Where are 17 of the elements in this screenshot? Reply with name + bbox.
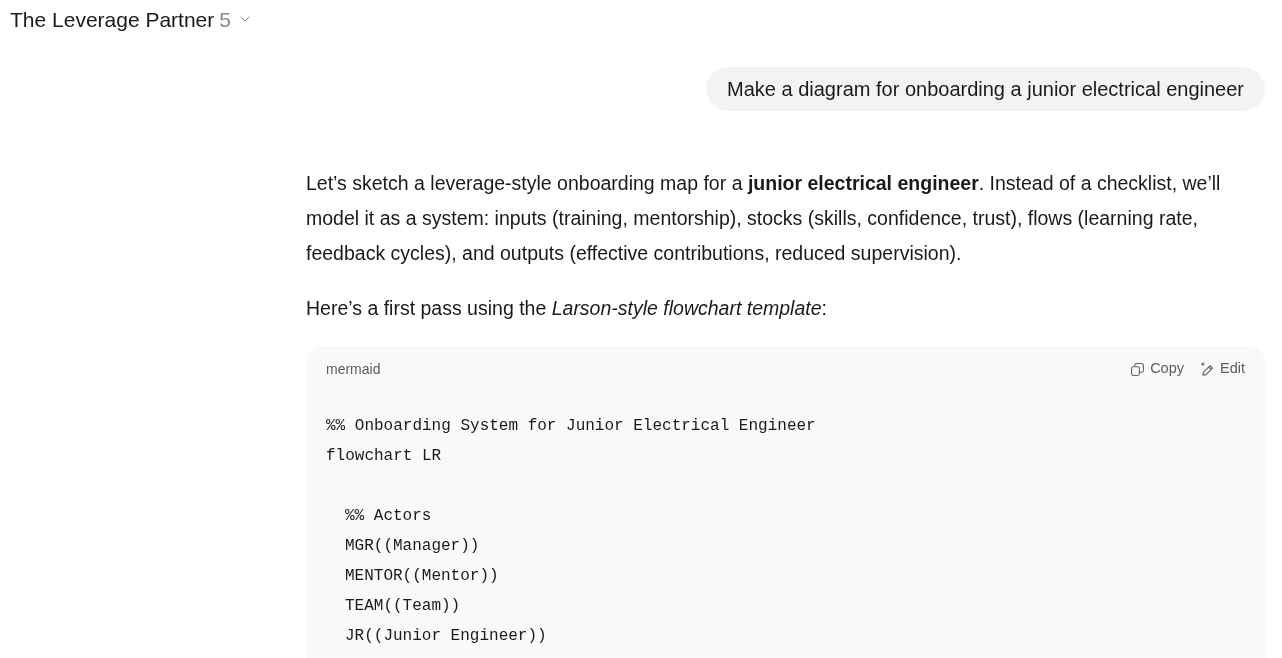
chat-title: The Leverage Partner xyxy=(10,8,215,30)
code-line: %% Actors xyxy=(345,506,432,527)
code-line: MGR((Manager)) xyxy=(345,536,480,557)
edit-button[interactable]: Edit xyxy=(1200,358,1245,380)
code-language-label: mermaid xyxy=(326,359,381,379)
user-message-bubble: Make a diagram for onboarding a junior electrical engineer xyxy=(706,67,1265,111)
code-line: %% Onboarding System for Junior Electrical Engineer xyxy=(326,416,816,437)
code-line: MENTOR((Mentor)) xyxy=(345,566,499,587)
response-paragraph: Here’s a first pass using the Larson-style flowchart template: xyxy=(306,296,828,321)
version-dropdown[interactable]: 5 xyxy=(219,8,253,30)
copy-icon xyxy=(1131,362,1145,376)
code-line: flowchart LR xyxy=(326,446,442,467)
code-line: JR((Junior Engineer)) xyxy=(345,626,547,647)
code-line: TEAM((Team)) xyxy=(345,596,461,617)
pencil-sparkle-icon xyxy=(1200,362,1214,376)
copy-button[interactable]: Copy xyxy=(1131,358,1184,380)
response-paragraph: Let’s sketch a leverage-style onboarding map for a junior electrical engineer. Instead of a checklist, we’ll model it as a system: inputs (training, mentorship), stocks (skills, confidence, trust), flows (learning rate, feedback cycles), and outputs (effective contributions, reduced supervision). xyxy=(306,171,1222,266)
